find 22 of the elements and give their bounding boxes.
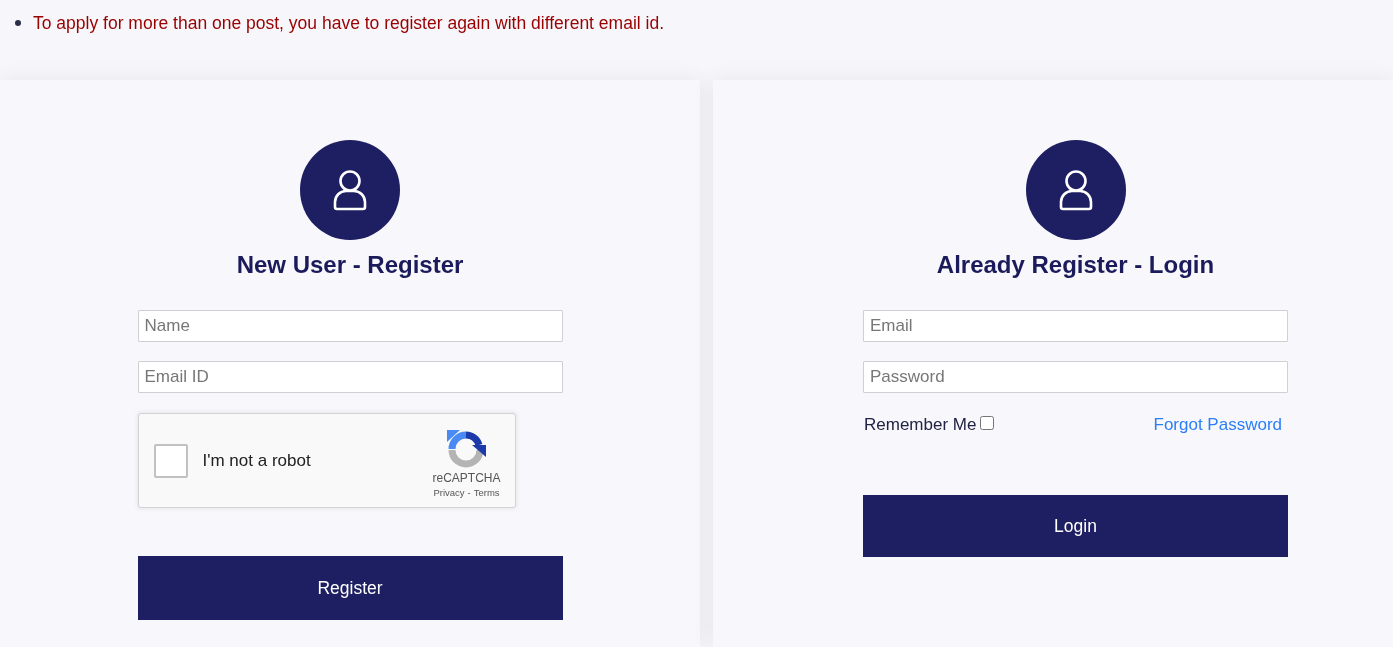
input-field[interactable]: Email ID	[137, 361, 563, 393]
notice-text: To apply for more than one post, you have to register again with different email id.	[33, 12, 664, 34]
input-field[interactable]: Email	[863, 310, 1288, 342]
bullet-icon	[15, 20, 21, 26]
login-button[interactable]: Login	[863, 495, 1288, 557]
link-separator: -	[467, 487, 471, 499]
forgot-password-link[interactable]: Forgot Password	[1153, 414, 1282, 436]
captcha-brand: reCAPTCHA	[432, 471, 501, 485]
remember-label: Remember Me	[864, 414, 977, 436]
circular-arrows-icon	[446, 428, 487, 468]
privacy-link[interactable]: Privacy	[433, 487, 465, 499]
user-icon	[300, 140, 400, 240]
input-field[interactable]: Password	[863, 361, 1288, 393]
user-icon	[1025, 140, 1126, 240]
input-field[interactable]: Name	[137, 310, 563, 342]
captcha-label: I'm not a robot	[202, 450, 311, 471]
register-button[interactable]: Register	[137, 556, 563, 620]
terms-link[interactable]: Terms	[473, 487, 500, 499]
panel-title: New User - Register	[236, 250, 464, 280]
panel-title: Already Register - Login	[936, 250, 1215, 280]
remember-checkbox[interactable]	[980, 416, 995, 430]
captcha-checkbox[interactable]	[153, 443, 188, 478]
